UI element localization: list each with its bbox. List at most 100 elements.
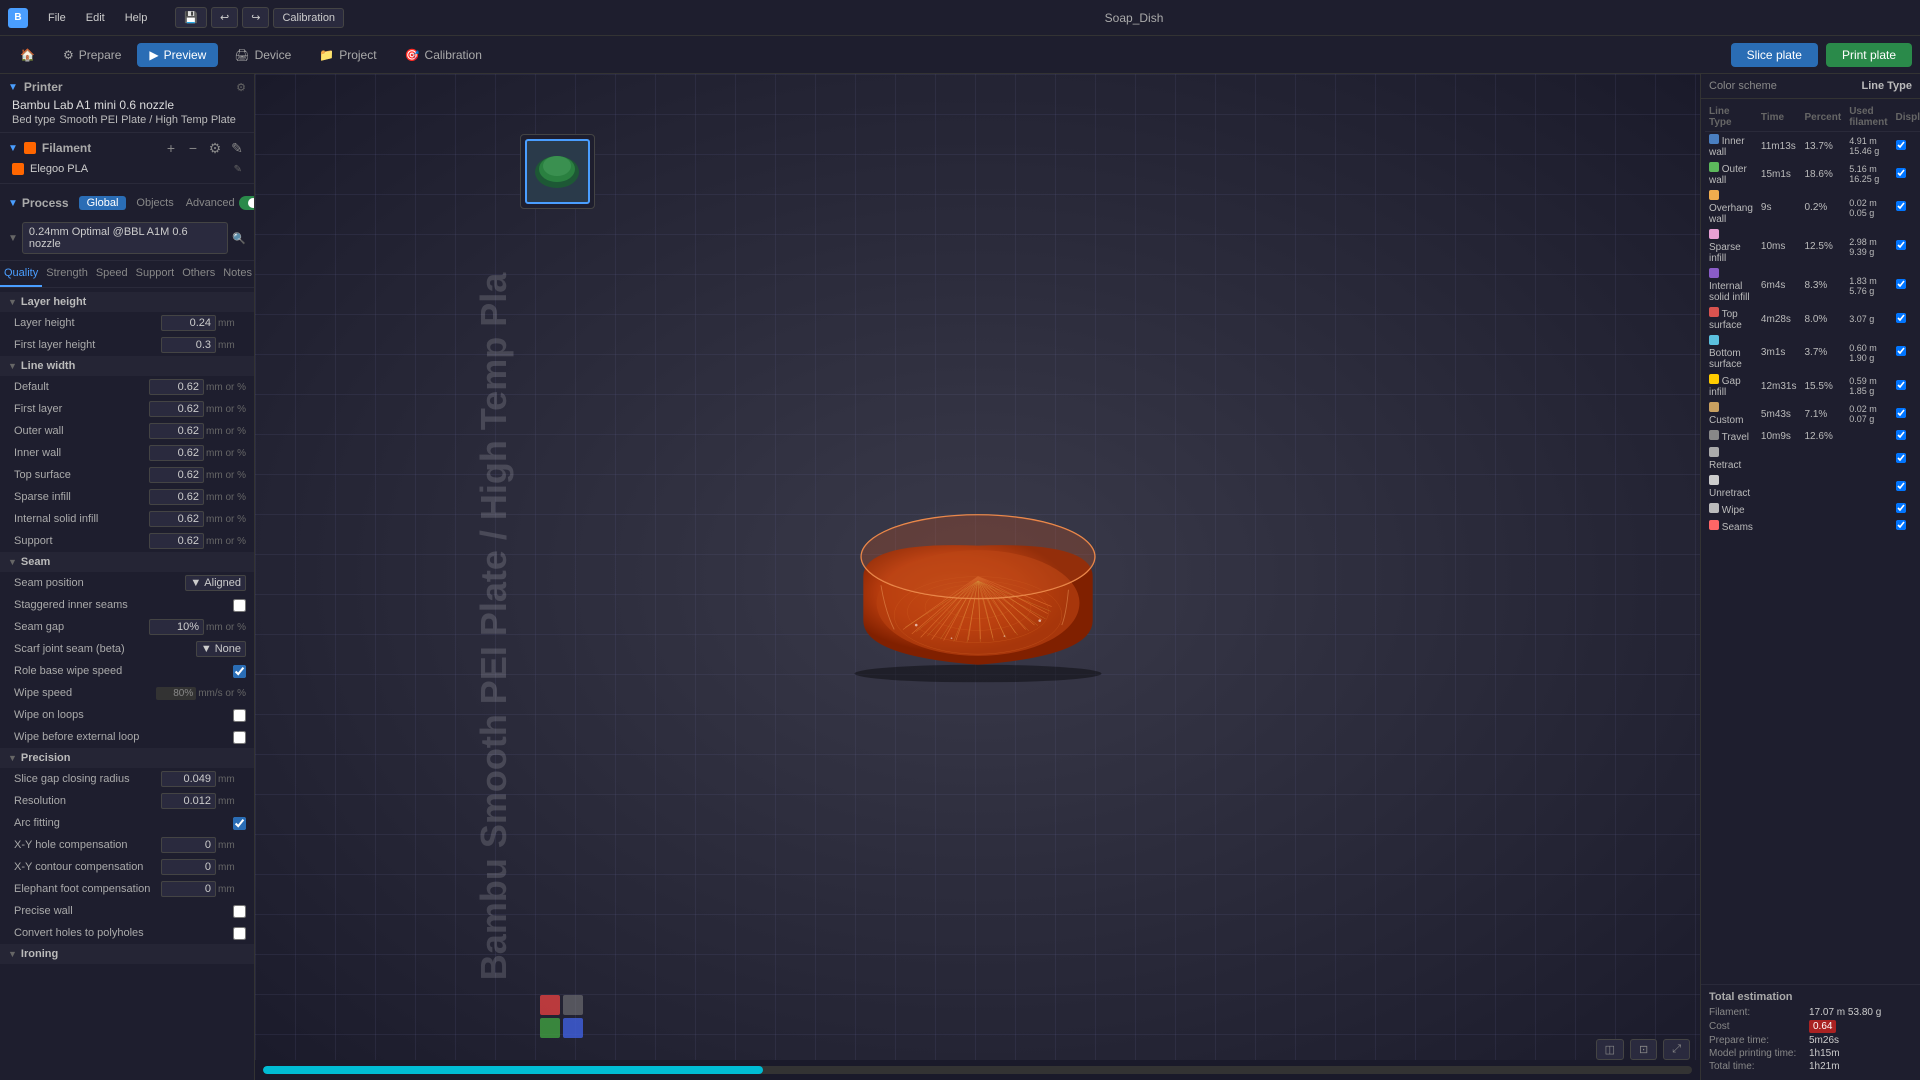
filament-add-button[interactable]: +	[162, 139, 180, 157]
seam-group-header[interactable]: ▼ Seam	[0, 552, 254, 572]
filament-edit-button[interactable]: ✎	[228, 139, 246, 157]
tab-strength[interactable]: Strength	[42, 261, 92, 287]
navbar: 🏠 ⚙ Prepare ▶ Preview 🖨 Device 📁 Project…	[0, 36, 1920, 74]
prepare-estimation-label: Prepare time:	[1709, 1035, 1809, 1046]
resolution-input[interactable]	[161, 793, 216, 809]
xy-hole-input[interactable]	[161, 837, 216, 853]
printer-gear-icon[interactable]: ⚙	[236, 81, 246, 94]
tab-speed[interactable]: Speed	[92, 261, 132, 287]
axis-widget	[535, 990, 595, 1050]
lt-filament: 0.59 m 1.85 g	[1845, 372, 1891, 400]
xy-contour-input[interactable]	[161, 859, 216, 875]
nav-preview-label: Preview	[164, 48, 207, 62]
wipe-before-ext-row: Wipe before external loop	[0, 726, 254, 748]
process-tab-global[interactable]: Global	[79, 196, 127, 210]
prepare-icon: ⚙	[63, 48, 74, 62]
menu-edit[interactable]: Edit	[78, 9, 113, 27]
precise-wall-checkbox[interactable]	[233, 905, 246, 918]
lt-color-swatch	[1709, 520, 1719, 530]
viewport-btn-2[interactable]: ⊡	[1630, 1039, 1657, 1060]
slice-button[interactable]: Slice plate	[1731, 43, 1818, 67]
layer-progress-bar[interactable]	[263, 1066, 1692, 1074]
layer-height-group-header[interactable]: ▼ Layer height	[0, 292, 254, 312]
nav-device-label: Device	[255, 48, 292, 62]
tab-support[interactable]: Support	[132, 261, 179, 287]
lw-first-layer-input[interactable]	[149, 401, 204, 417]
seam-gap-row: Seam gap mm or %	[0, 616, 254, 638]
advanced-toggle[interactable]	[239, 196, 255, 210]
staggered-seams-checkbox[interactable]	[233, 599, 246, 612]
lt-filament: 1.83 m 5.76 g	[1845, 266, 1891, 305]
process-search-icon[interactable]: 🔍	[232, 232, 246, 245]
elephant-foot-input[interactable]	[161, 881, 216, 897]
lw-default-input[interactable]	[149, 379, 204, 395]
slice-gap-input[interactable]	[161, 771, 216, 787]
wipe-speed-input[interactable]	[156, 687, 196, 700]
scarf-joint-dropdown[interactable]: ▼ None	[196, 641, 246, 657]
lt-color-swatch	[1709, 134, 1719, 144]
tab-quality[interactable]: Quality	[0, 261, 42, 287]
col-display: Display	[1892, 103, 1920, 132]
nav-preview[interactable]: ▶ Preview	[137, 43, 218, 67]
lt-display	[1892, 227, 1920, 266]
first-layer-height-row: First layer height mm	[0, 334, 254, 356]
lt-filament	[1845, 445, 1891, 473]
lt-time: 5m43s	[1757, 400, 1801, 428]
nav-calibration[interactable]: 🎯 Calibration	[393, 43, 494, 67]
lw-top-surface-input[interactable]	[149, 467, 204, 483]
lw-support-row: Support mm or %	[0, 530, 254, 552]
right-panel: Color scheme Line Type Line Type Time Pe…	[1700, 74, 1920, 1080]
tab-others[interactable]: Others	[178, 261, 219, 287]
arc-fitting-checkbox[interactable]	[233, 817, 246, 830]
ironing-group-header[interactable]: ▼ Ironing	[0, 944, 254, 964]
app-title: Soap_Dish	[356, 11, 1912, 25]
calibration-button[interactable]: Calibration	[273, 8, 344, 28]
device-icon: 🖨	[234, 48, 249, 62]
undo-button[interactable]: ↩	[211, 7, 238, 28]
nav-home[interactable]: 🏠	[8, 43, 47, 67]
role-base-wipe-checkbox[interactable]	[233, 665, 246, 678]
line-width-group-header[interactable]: ▼ Line width	[0, 356, 254, 376]
viewport-btn-3[interactable]: ⤢	[1663, 1039, 1690, 1060]
lw-inner-wall-row: Inner wall mm or %	[0, 442, 254, 464]
lw-internal-solid-label: Internal solid infill	[14, 513, 149, 525]
nav-device[interactable]: 🖨 Device	[222, 43, 303, 67]
process-tab-objects[interactable]: Objects	[128, 196, 181, 210]
process-label: Process	[22, 196, 69, 210]
save-button[interactable]: 💾	[175, 7, 207, 28]
filament-remove-button[interactable]: −	[184, 139, 202, 157]
redo-button[interactable]: ↪	[242, 7, 269, 28]
nav-prepare[interactable]: ⚙ Prepare	[51, 43, 133, 67]
bed-type-value: Smooth PEI Plate / High Temp Plate	[59, 114, 236, 126]
seam-group-label: Seam	[21, 556, 50, 568]
nav-project-label: Project	[339, 48, 376, 62]
seam-gap-input[interactable]	[149, 619, 204, 635]
seam-position-dropdown[interactable]: ▼ Aligned	[185, 575, 246, 591]
wipe-on-loops-checkbox[interactable]	[233, 709, 246, 722]
col-used-filament: Used filament	[1845, 103, 1891, 132]
lw-internal-solid-input[interactable]	[149, 511, 204, 527]
filament-item-edit-icon[interactable]: ✎	[234, 164, 242, 175]
lt-display	[1892, 305, 1920, 333]
precision-group-header[interactable]: ▼ Precision	[0, 748, 254, 768]
lt-filament: 0.02 m 0.05 g	[1845, 188, 1891, 227]
first-layer-height-input[interactable]	[161, 337, 216, 353]
wipe-before-ext-checkbox[interactable]	[233, 731, 246, 744]
model-thumbnail[interactable]	[525, 139, 590, 204]
nav-project[interactable]: 📁 Project	[307, 43, 388, 67]
tab-notes[interactable]: Notes	[219, 261, 255, 287]
lt-color-swatch	[1709, 475, 1719, 485]
ironing-collapse-icon: ▼	[8, 949, 17, 959]
lw-outer-wall-input[interactable]	[149, 423, 204, 439]
viewport-btn-1[interactable]: ◫	[1596, 1039, 1624, 1060]
lw-sparse-infill-input[interactable]	[149, 489, 204, 505]
print-button[interactable]: Print plate	[1826, 43, 1912, 67]
lt-filament	[1845, 473, 1891, 501]
filament-settings-button[interactable]: ⚙	[206, 139, 224, 157]
lw-inner-wall-input[interactable]	[149, 445, 204, 461]
lw-support-input[interactable]	[149, 533, 204, 549]
layer-height-input[interactable]	[161, 315, 216, 331]
menu-file[interactable]: File	[40, 9, 74, 27]
menu-help[interactable]: Help	[117, 9, 156, 27]
convert-holes-checkbox[interactable]	[233, 927, 246, 940]
